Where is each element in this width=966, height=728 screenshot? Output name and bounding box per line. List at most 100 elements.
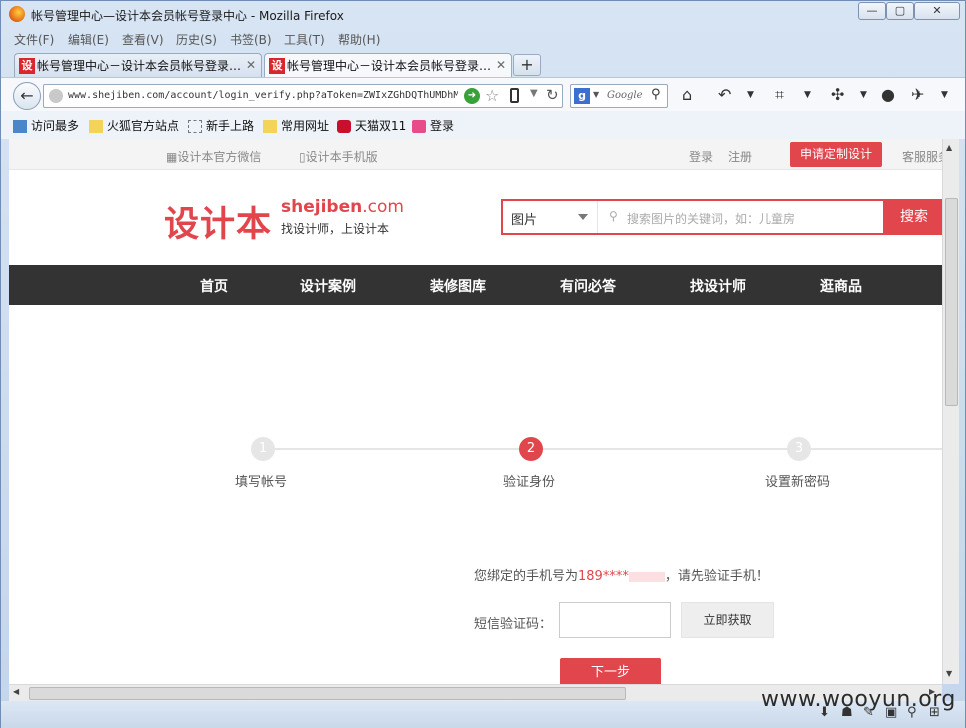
url-text[interactable]: www.shejiben.com/account/login_verify.ph…: [68, 90, 458, 101]
step-1-circle: 1: [251, 437, 275, 461]
crop-dropdown-icon[interactable]: ▼: [804, 90, 811, 100]
sms-code-input[interactable]: [559, 602, 671, 638]
site-favicon-icon: 设: [269, 57, 285, 74]
redacted-digits: [628, 571, 665, 582]
bookmark-login[interactable]: 登录: [412, 117, 454, 134]
menu-history[interactable]: 历史(S): [176, 31, 217, 48]
undo-icon[interactable]: ↶: [718, 85, 731, 104]
tab-2-active[interactable]: 设帐号管理中心－设计本会员帐号登录… ✕: [264, 53, 512, 78]
new-tab-button[interactable]: +: [513, 54, 541, 76]
tab-1[interactable]: 设帐号管理中心－设计本会员帐号登录… ✕: [14, 53, 262, 77]
bug-icon[interactable]: ✈: [911, 85, 924, 104]
mobile-label: 设计本手机版: [305, 150, 378, 164]
message-suffix: ，请先验证手机！: [664, 569, 769, 584]
menu-bookmarks[interactable]: 书签(B): [230, 31, 272, 48]
bookmark-tmall[interactable]: 天猫双11: [337, 117, 406, 134]
google-icon[interactable]: g: [574, 88, 590, 104]
site-logo-cn[interactable]: 设计本: [164, 196, 272, 247]
main-nav: 首页 设计案例 装修图库 有问必答 找设计师 逛商品: [9, 265, 942, 305]
step-connector: [543, 448, 788, 450]
magnifier-icon[interactable]: ⚲: [651, 87, 661, 102]
bookmark-firefox-site[interactable]: 火狐官方站点: [89, 117, 179, 134]
scroll-up-icon[interactable]: ▲: [946, 143, 952, 152]
download-icon[interactable]: ⬇: [819, 705, 830, 720]
chat-icon[interactable]: ●: [881, 85, 895, 104]
bookmark-getting-started[interactable]: 新手上路: [188, 117, 254, 134]
bookmark-label: 火狐官方站点: [107, 119, 180, 133]
menu-tools[interactable]: 工具(T): [284, 31, 325, 48]
tab-close-icon[interactable]: ✕: [246, 58, 256, 72]
nav-home[interactable]: 首页: [200, 276, 228, 296]
dropdown-arrow-icon[interactable]: ▼: [530, 88, 538, 99]
caret-down-icon[interactable]: [578, 214, 588, 220]
nav-qa[interactable]: 有问必答: [560, 276, 616, 296]
login-link[interactable]: 登录: [689, 148, 713, 165]
url-bar[interactable]: www.shejiben.com/account/login_verify.ph…: [43, 84, 563, 108]
menu-bar: 文件(F) 编辑(E) 查看(V) 历史(S) 书签(B) 工具(T) 帮助(H…: [1, 29, 965, 49]
undo-dropdown-icon[interactable]: ▼: [747, 90, 754, 100]
custom-design-button[interactable]: 申请定制设计: [790, 142, 882, 167]
wechat-link[interactable]: ▦设计本官方微信: [166, 148, 261, 165]
nav-shop[interactable]: 逛商品: [820, 276, 862, 296]
search-category-select[interactable]: 图片: [511, 209, 537, 228]
firefox-logo-icon: [9, 6, 25, 22]
qrcode-icon: ▦: [166, 150, 178, 164]
site-logo-en[interactable]: shejiben.com: [281, 197, 404, 217]
menu-help[interactable]: 帮助(H): [338, 31, 380, 48]
plus-box-icon[interactable]: ⊞: [929, 705, 940, 720]
mobile-icon[interactable]: [510, 88, 519, 103]
site-favicon-icon: 设: [19, 57, 35, 74]
scroll-down-icon[interactable]: ▼: [946, 669, 952, 678]
crop-icon[interactable]: ⌗: [775, 85, 784, 105]
search-bar[interactable]: g ▼ Google ⚲: [570, 84, 668, 108]
home-icon[interactable]: ⌂: [682, 85, 692, 104]
customer-service-link[interactable]: 客服服务: [902, 148, 942, 165]
maximize-button[interactable]: ▢: [886, 2, 914, 20]
menu-view[interactable]: 查看(V): [122, 31, 164, 48]
nav-gallery[interactable]: 装修图库: [430, 276, 486, 296]
menu-dropdown-icon[interactable]: ▼: [941, 90, 948, 100]
addon-bar-icon[interactable]: ☗: [841, 705, 853, 720]
navigation-toolbar: ← www.shejiben.com/account/login_verify.…: [1, 77, 965, 111]
vertical-scrollbar[interactable]: ▲ ▼: [942, 139, 959, 684]
bookmark-label: 访问最多: [31, 119, 80, 133]
register-link[interactable]: 注册: [728, 148, 752, 165]
bookmark-common-urls[interactable]: 常用网址: [263, 117, 329, 134]
go-arrow-icon[interactable]: ➜: [464, 88, 480, 104]
zoom-icon[interactable]: ⚲: [907, 705, 917, 720]
minimize-button[interactable]: —: [858, 2, 886, 20]
get-code-button[interactable]: 立即获取: [681, 602, 774, 638]
folder-icon: [263, 120, 277, 133]
bookmark-most-visited[interactable]: 访问最多: [13, 117, 79, 134]
globe-icon: [49, 89, 63, 103]
bookmark-star-icon[interactable]: ☆: [485, 86, 499, 105]
close-window-button[interactable]: ✕: [914, 2, 960, 20]
divider: [597, 201, 598, 233]
vertical-scroll-thumb[interactable]: [945, 198, 958, 406]
tab-label: 帐号管理中心－设计本会员帐号登录…: [287, 59, 492, 73]
back-button[interactable]: ←: [13, 82, 41, 110]
message-prefix: 您绑定的手机号为: [474, 569, 579, 584]
bookmarks-toolbar: 访问最多 火狐官方站点 新手上路 常用网址 天猫双11 登录: [1, 111, 965, 139]
mobile-link[interactable]: ▯设计本手机版: [299, 148, 378, 165]
horizontal-scroll-thumb[interactable]: [29, 687, 626, 700]
wechat-label: 设计本官方微信: [177, 150, 262, 164]
menu-file[interactable]: 文件(F): [14, 31, 54, 48]
menu-edit[interactable]: 编辑(E): [68, 31, 109, 48]
scroll-left-icon[interactable]: ◀: [13, 687, 19, 696]
reload-icon[interactable]: ↻: [546, 86, 559, 104]
step-connector: [811, 448, 942, 450]
nav-designers[interactable]: 找设计师: [690, 276, 746, 296]
addon-icon[interactable]: ✣: [831, 85, 844, 104]
engine-dropdown-icon[interactable]: ▼: [593, 90, 599, 99]
search-button[interactable]: 搜索: [883, 199, 942, 235]
tool-bar-icon[interactable]: ✎: [863, 705, 874, 720]
search-placeholder[interactable]: Google: [607, 90, 643, 101]
nav-cases[interactable]: 设计案例: [300, 276, 356, 296]
search-input[interactable]: 搜索图片的关键词，如：儿童房: [627, 210, 795, 227]
addon-dropdown-icon[interactable]: ▼: [860, 90, 867, 100]
screenshot-icon[interactable]: ▣: [885, 705, 897, 720]
tab-close-icon[interactable]: ✕: [496, 58, 506, 72]
next-step-button[interactable]: 下一步: [560, 658, 661, 684]
site-search-box: 图片 ⚲ 搜索图片的关键词，如：儿童房 搜索: [501, 199, 942, 235]
